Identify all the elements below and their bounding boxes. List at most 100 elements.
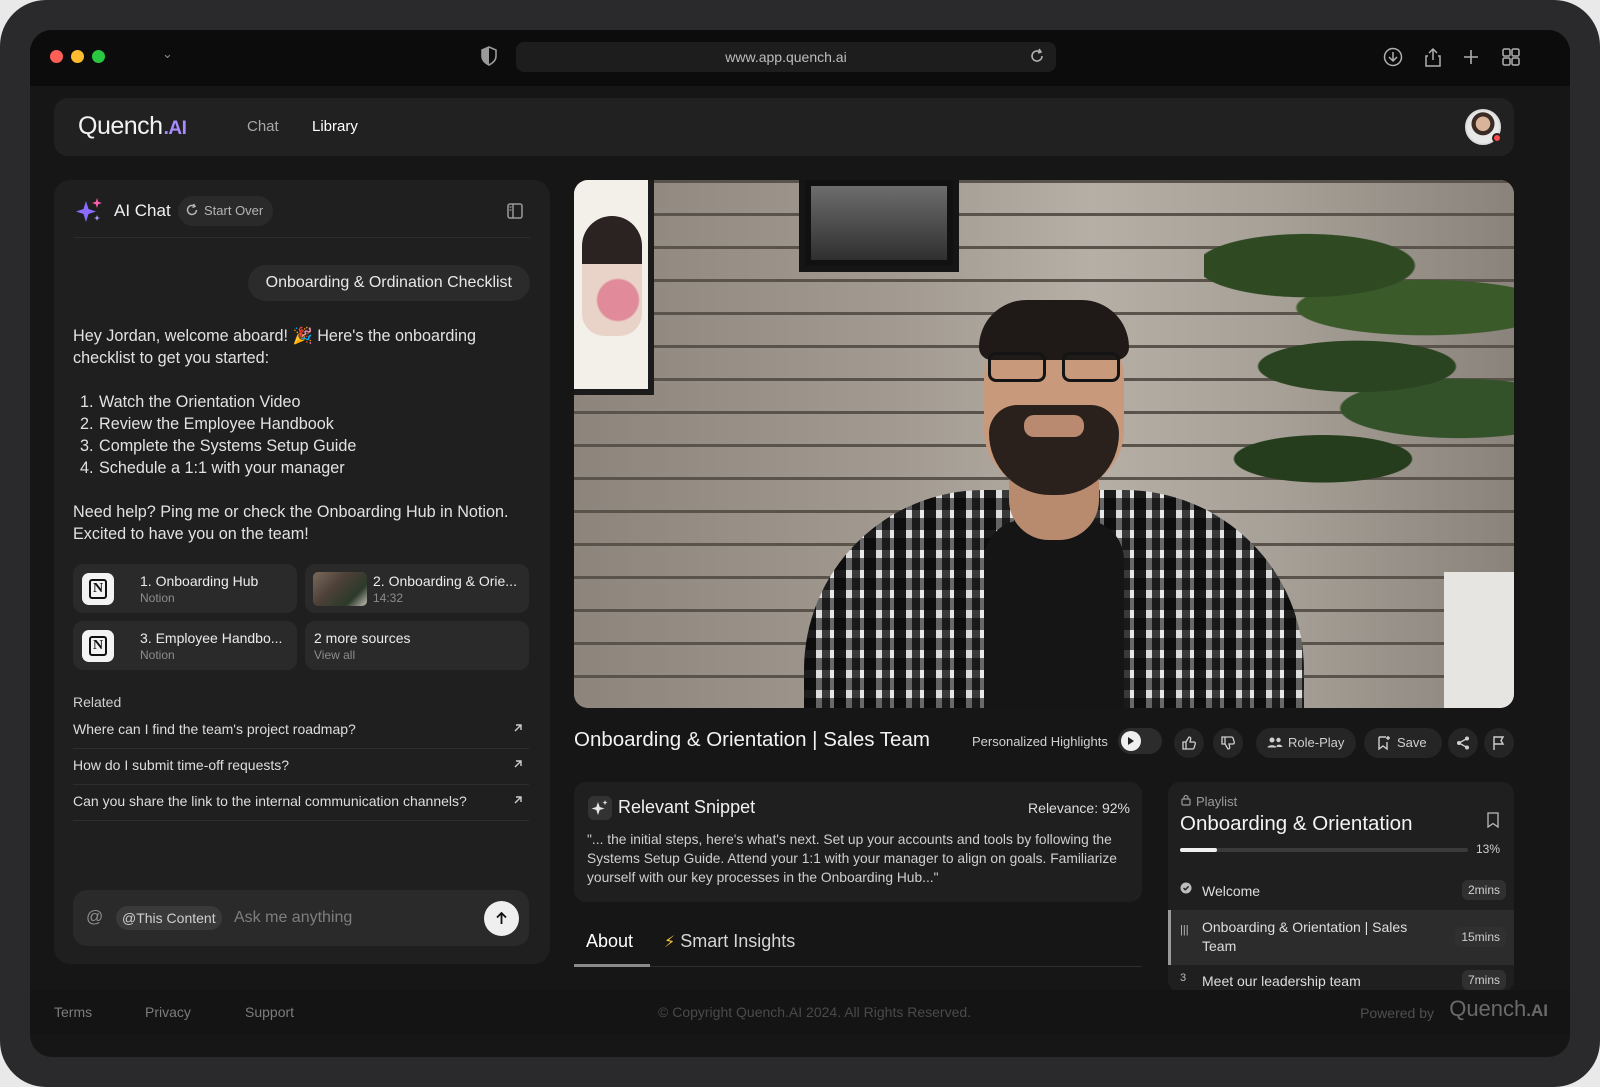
bookmark-icon[interactable] (1486, 812, 1500, 828)
chat-header: AI Chat Start Over (74, 196, 530, 238)
chat-composer: @ @This Content Ask me anything (73, 890, 529, 946)
source-card[interactable]: 2. Onboarding & Orie... 14:32 (305, 564, 529, 613)
source-title: 2. Onboarding & Orie... (373, 573, 517, 589)
playlist-item[interactable]: 3 Meet our leadership team 7mins (1168, 966, 1514, 992)
source-card[interactable]: N 3. Employee Handbo... Notion (73, 621, 297, 670)
snippet-title: Relevant Snippet (618, 797, 756, 817)
role-play-button[interactable]: Role-Play (1256, 728, 1356, 758)
new-tab-icon[interactable] (1460, 46, 1482, 68)
relevant-snippet-card: Relevant Snippet Relevance: 92% "... the… (574, 782, 1142, 902)
presenter (794, 240, 1314, 708)
source-subtitle: 14:32 (373, 591, 404, 605)
source-title: 1. Onboarding Hub (140, 573, 259, 589)
source-subtitle: Notion (140, 591, 175, 605)
checklist-item: Schedule a 1:1 with your manager (98, 457, 533, 479)
save-button[interactable]: Save (1364, 728, 1442, 758)
user-message: Onboarding & Ordination Checklist (247, 265, 530, 301)
checklist-item: Watch the Orientation Video (98, 391, 533, 413)
nav-library[interactable]: Library (312, 118, 358, 135)
lock-icon (1181, 794, 1191, 806)
terms-link[interactable]: Terms (54, 1004, 92, 1020)
playlist-item-current[interactable]: ||| Onboarding & Orientation | Sales Tea… (1168, 910, 1514, 965)
tab-smart-insights[interactable]: ⚡ Smart Insights (664, 931, 795, 952)
maximize-window-button[interactable] (92, 50, 105, 63)
checklist: Watch the Orientation Video Review the E… (81, 391, 533, 479)
url-text: www.app.quench.ai (725, 49, 847, 65)
like-button[interactable] (1174, 728, 1204, 758)
playlist-item-title: Meet our leadership team (1202, 973, 1361, 989)
privacy-link[interactable]: Privacy (145, 1004, 191, 1020)
reload-icon[interactable] (1028, 47, 1046, 65)
minimize-window-button[interactable] (71, 50, 84, 63)
checklist-item: Complete the Systems Setup Guide (98, 435, 533, 457)
playlist-item[interactable]: Welcome 2mins (1168, 876, 1514, 910)
shield-icon[interactable] (480, 46, 498, 66)
share-icon[interactable] (1422, 46, 1444, 68)
video-thumbnail (313, 572, 367, 606)
dislike-button[interactable] (1213, 728, 1243, 758)
related-question[interactable]: How do I submit time-off requests? (73, 749, 529, 785)
playlist-item-duration: 2mins (1461, 880, 1506, 900)
playlist-title: Onboarding & Orientation (1180, 812, 1413, 835)
mention-icon[interactable]: @ (86, 907, 103, 927)
user-avatar[interactable] (1465, 109, 1502, 145)
wall-art-portrait (574, 180, 654, 395)
share-nodes-icon (1457, 736, 1469, 750)
app-logo[interactable]: Quench.AI (78, 112, 187, 141)
assistant-intro: Hey Jordan, welcome aboard! 🎉 Here's the… (73, 327, 476, 367)
arrow-up-icon (496, 911, 507, 924)
playlist-progress-bar (1180, 848, 1468, 852)
close-window-button[interactable] (50, 50, 63, 63)
context-chip[interactable]: @This Content (116, 906, 222, 930)
source-card[interactable]: N 1. Onboarding Hub Notion (73, 564, 297, 613)
address-bar[interactable]: www.app.quench.ai (516, 42, 1056, 72)
sparkle-icon (588, 796, 612, 820)
tab-about[interactable]: About (586, 931, 633, 952)
snippet-text: "... the initial steps, here's what's ne… (587, 832, 1117, 885)
personalized-highlights-toggle[interactable] (1118, 728, 1162, 754)
playlist-item-number: 3 (1180, 972, 1187, 984)
support-link[interactable]: Support (245, 1004, 294, 1020)
arrow-up-right-icon (514, 796, 522, 804)
source-title: 2 more sources (314, 630, 411, 646)
relevance-score: Relevance: 92% (1028, 800, 1130, 816)
personalized-highlights-label: Personalized Highlights (972, 734, 1108, 749)
source-subtitle: Notion (140, 648, 175, 662)
plant-pot (1444, 572, 1514, 708)
more-sources-card[interactable]: 2 more sources View all (305, 621, 529, 670)
sidebar-toggle-icon[interactable] (506, 202, 524, 220)
chat-input[interactable]: Ask me anything (234, 909, 352, 927)
report-button[interactable] (1484, 728, 1514, 758)
download-icon[interactable] (1382, 46, 1404, 68)
assistant-outro: Need help? Ping me or check the Onboardi… (73, 503, 509, 543)
tab-overview-icon[interactable] (1500, 46, 1522, 68)
send-button[interactable] (484, 901, 519, 936)
view-all-link[interactable]: View all (314, 648, 355, 662)
browser-toolbar: ⌄ www.app.quench.ai (30, 30, 1570, 86)
playlist-item-duration: 7mins (1461, 970, 1506, 990)
flag-icon (1493, 736, 1505, 750)
refresh-icon (186, 203, 198, 216)
playlist-item-title: Onboarding & Orientation | Sales Team (1202, 919, 1408, 954)
notion-icon: N (82, 630, 114, 662)
playlist-label: Playlist (1196, 794, 1238, 809)
share-button[interactable] (1448, 728, 1478, 758)
footer: Terms Privacy Support © Copyright Quench… (30, 990, 1570, 1034)
powered-by-label: Powered by (1360, 1005, 1434, 1021)
bookmark-plus-icon (1378, 736, 1390, 751)
status-dot (1492, 133, 1502, 143)
sparkle-icon (76, 198, 102, 222)
equalizer-icon: ||| (1180, 924, 1189, 936)
arrow-up-right-icon (514, 760, 522, 768)
related-heading: Related (73, 694, 122, 710)
related-question[interactable]: Where can I find the team's project road… (73, 713, 529, 749)
video-player[interactable] (574, 180, 1514, 708)
chevron-down-icon[interactable]: ⌄ (162, 46, 173, 62)
notion-icon: N (82, 573, 114, 605)
nav-chat[interactable]: Chat (247, 118, 279, 135)
thumbs-down-icon (1221, 736, 1235, 750)
ai-chat-panel: AI Chat Start Over Onboarding & Ordinati… (54, 180, 550, 964)
people-icon (1267, 737, 1283, 748)
start-over-button[interactable]: Start Over (178, 196, 274, 226)
related-question[interactable]: Can you share the link to the internal c… (73, 785, 529, 821)
